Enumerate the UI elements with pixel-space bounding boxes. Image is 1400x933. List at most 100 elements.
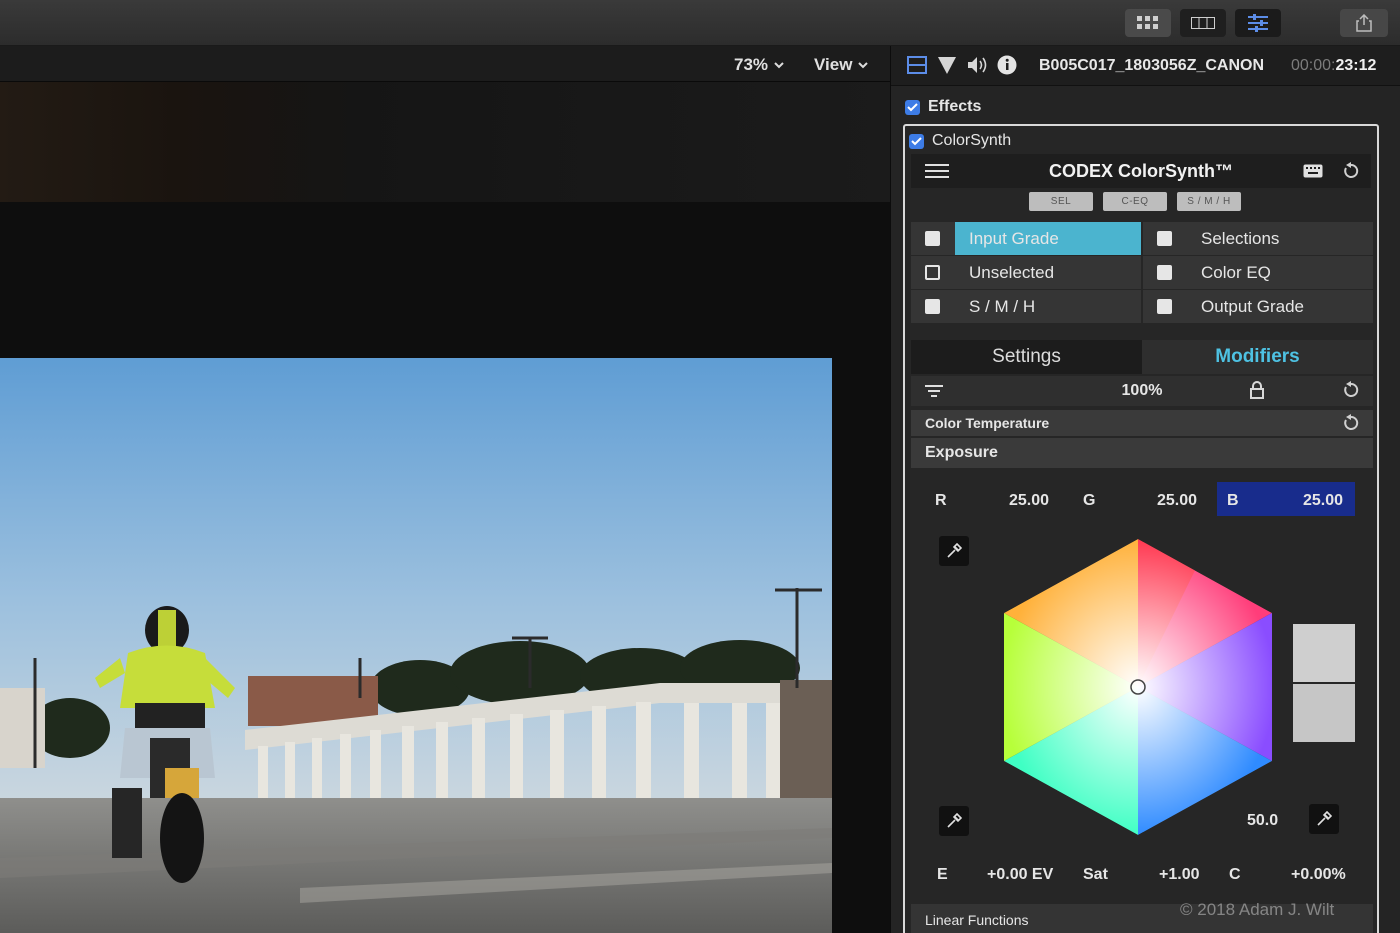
effect-name: ColorSynth [932,132,1012,149]
audio-inspector-icon[interactable] [967,55,989,75]
color-hexagon[interactable] [1001,538,1275,836]
eyedropper-button[interactable] [939,536,969,566]
keyboard-icon[interactable] [1303,164,1323,178]
colorsynth-title: CODEX ColorSynth™ [1048,161,1233,181]
eyedropper-icon [1317,811,1332,826]
inspector-panel: B005C017_1803056Z_CANON 00:00:23:12 Effe… [890,46,1400,933]
b-label: B [1227,492,1239,509]
b-value[interactable]: 25.00 [1303,492,1343,510]
section-label: Linear Functions [925,912,1029,928]
timecode-bright: 23:12 [1335,57,1377,74]
section-label: Color Temperature [925,415,1050,431]
effects-checkbox[interactable] [905,99,920,115]
tab-settings[interactable]: Settings [911,340,1142,374]
rgb-row: R 25.00 G 25.00 B 25.00 [911,482,1373,516]
sat-label: Sat [1083,866,1108,883]
effects-row[interactable]: Effects [905,98,981,116]
smh-button[interactable]: S / M / H [1177,192,1241,211]
checkmark-icon [911,136,922,145]
inspector-icon [1248,14,1268,32]
clip-name: B005C017_1803056Z_CANON [1039,57,1265,74]
zoom-menu[interactable]: 73% [734,55,784,75]
grid-view-button[interactable] [1125,9,1171,37]
checkmark-icon [907,102,918,111]
reset-icon[interactable] [1343,162,1359,180]
grid-view-icon [1137,16,1158,29]
c-label: C [1229,866,1241,883]
colorsynth-effect: ColorSynth CODEX ColorSynth™ SEL C-EQ S … [903,124,1379,933]
reset-icon[interactable] [1343,414,1359,432]
eyedropper-button[interactable] [1309,804,1339,834]
stage-checkbox[interactable] [1157,299,1172,314]
stage-label: S / M / H [969,297,1036,316]
view-menu[interactable]: View [814,55,869,75]
viewer: 73% View [0,46,890,933]
stage-label: Input Grade [969,229,1059,248]
wheel-value[interactable]: 50.0 [1247,812,1278,830]
stage-checkbox[interactable] [925,299,940,314]
share-icon [1356,14,1372,32]
screen: 73% View B005C017_1803056Z_CANON 00:00:2… [0,0,1400,933]
watermark: © 2018 Adam J. Wilt [1180,900,1335,919]
g-label: G [1083,492,1096,509]
stage-unselected[interactable]: Unselected [911,256,1141,289]
info-inspector-icon[interactable] [997,55,1017,75]
e-label: E [937,866,948,883]
amount-value[interactable]: 100% [911,382,1373,400]
motorcycle-scene [0,358,832,933]
stage-label: Unselected [969,263,1055,282]
swatch-modified [1293,684,1355,742]
stage-smh[interactable]: S / M / H [911,290,1141,323]
stage-label: Selections [1201,229,1280,248]
stage-label: Output Grade [1201,297,1305,316]
tab-modifiers[interactable]: Modifiers [1142,340,1373,374]
stage-color-eq[interactable]: Color EQ [1143,256,1373,289]
stage-input-grade[interactable]: Input Grade [911,222,1141,255]
filmstrip-button[interactable] [1180,9,1226,37]
zoom-value: 73% [734,55,769,74]
e-value[interactable]: +0.00 EV [987,866,1053,884]
reset-icon[interactable] [1343,381,1359,399]
inspector-button[interactable] [1235,9,1281,37]
stage-checkbox[interactable] [1157,231,1172,246]
amount-row: 100% [911,376,1373,406]
effect-title-row[interactable]: ColorSynth [909,132,1011,150]
eyedropper-button[interactable] [939,806,969,836]
b-field[interactable]: B 25.00 [1217,482,1355,516]
panel-tabs: Settings Modifiers [911,340,1373,374]
stage-output-grade[interactable]: Output Grade [1143,290,1373,323]
filmstrip-icon [1191,17,1215,29]
lock-icon[interactable] [1249,381,1265,399]
video-inspector-icon[interactable] [907,55,927,75]
sat-value[interactable]: +1.00 [1159,866,1199,884]
stage-checkbox[interactable] [1157,265,1172,280]
chevron-down-icon [858,61,869,68]
colorsynth-checkbox[interactable] [909,133,924,149]
r-value[interactable]: 25.00 [1009,492,1049,510]
chevron-down-icon [774,61,784,68]
swatch-original [1293,624,1355,682]
view-label: View [814,55,853,74]
eyedropper-icon [947,543,962,558]
c-value[interactable]: +0.00% [1291,866,1346,884]
c-eq-button[interactable]: C-EQ [1103,192,1167,211]
share-button[interactable] [1340,9,1388,37]
color-temperature-section[interactable]: Color Temperature [911,410,1373,436]
stage-selections[interactable]: Selections [1143,222,1373,255]
exposure-section[interactable]: Exposure [911,438,1373,468]
stage-checkbox[interactable] [925,231,940,246]
exposure-values-row: E +0.00 EV Sat +1.00 C +0.00% [911,860,1373,890]
inspector-header: B005C017_1803056Z_CANON 00:00:23:12 [891,46,1400,86]
stage-label: Color EQ [1201,263,1271,282]
g-value[interactable]: 25.00 [1157,492,1197,510]
clip-timecode: 00:00:23:12 [1291,57,1376,75]
stage-checkbox[interactable] [925,265,940,280]
effects-label: Effects [928,98,982,115]
r-label: R [935,492,947,509]
viewer-bar: 73% View [0,46,890,82]
sel-button[interactable]: SEL [1029,192,1093,211]
mode-buttons: SEL C-EQ S / M / H [905,192,1365,211]
stage-grid: Input Grade Selections Unselected Color … [911,222,1373,324]
color-inspector-icon[interactable] [937,55,957,75]
colorsynth-header: CODEX ColorSynth™ [911,154,1371,188]
